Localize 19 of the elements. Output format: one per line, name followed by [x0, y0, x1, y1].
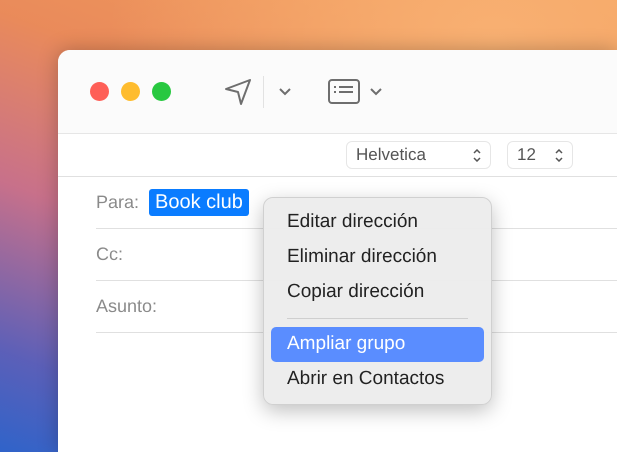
menu-item[interactable]: Eliminar dirección	[271, 240, 484, 275]
font-size: 12	[517, 144, 536, 166]
stepper-icon	[555, 148, 563, 162]
send-icon[interactable]	[224, 78, 252, 106]
field-label: Para:	[96, 191, 140, 214]
font-name: Helvetica	[356, 144, 426, 166]
field-label: Asunto:	[96, 295, 158, 318]
field-label: Cc:	[96, 243, 123, 266]
menu-item[interactable]: Abrir en Contactos	[271, 362, 484, 397]
chevron-down-icon[interactable]	[279, 88, 291, 96]
font-popup[interactable]: Helvetica	[346, 141, 491, 169]
size-popup[interactable]: 12	[507, 141, 573, 169]
chevron-down-icon[interactable]	[370, 88, 382, 96]
menu-item[interactable]: Copiar dirección	[271, 275, 484, 310]
close-button[interactable]	[90, 82, 109, 101]
stepper-icon	[473, 148, 481, 162]
header-fields-icon[interactable]	[328, 79, 360, 104]
menu-item[interactable]: Editar dirección	[271, 205, 484, 240]
recipient-token[interactable]: Book club	[149, 189, 249, 216]
